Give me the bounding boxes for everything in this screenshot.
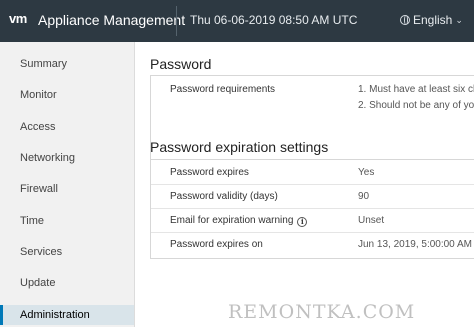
- row-divider: [151, 184, 474, 185]
- language-selector[interactable]: English ⌄: [400, 13, 463, 27]
- vmware-logo[interactable]: vm: [9, 11, 27, 26]
- password-requirement-2: 2. Should not be any of your: [358, 100, 474, 111]
- password-expires-value: Yes: [358, 167, 375, 178]
- sidebar-item-access[interactable]: Access: [0, 117, 134, 137]
- email-warning-value: Unset: [358, 215, 385, 226]
- top-header: vm Appliance Management Thu 06-06-2019 0…: [0, 0, 474, 42]
- main-content: Password Password requirements 1. Must h…: [150, 42, 474, 327]
- header-datetime: Thu 06-06-2019 08:50 AM UTC: [190, 13, 358, 27]
- app-title: Appliance Management: [38, 12, 186, 28]
- globe-icon: [400, 15, 410, 25]
- info-icon[interactable]: i: [297, 217, 308, 227]
- row-divider: [151, 232, 474, 233]
- header-divider: [176, 6, 177, 36]
- sidebar-item-update[interactable]: Update: [0, 273, 134, 293]
- password-requirement-1: 1. Must have at least six chara: [358, 84, 474, 95]
- sidebar-item-time[interactable]: Time: [0, 211, 134, 231]
- password-expires-on-value: Jun 13, 2019, 5:00:00 AM: [358, 239, 472, 250]
- sidebar-item-services[interactable]: Services: [0, 242, 134, 262]
- password-validity-value: 90: [358, 191, 370, 202]
- expiration-section-title: Password expiration settings: [150, 139, 329, 155]
- email-warning-label-group: Email for expiration warning i: [170, 215, 308, 227]
- sidebar-item-networking[interactable]: Networking: [0, 148, 134, 168]
- language-label: English: [413, 13, 453, 27]
- password-section-title: Password: [150, 56, 212, 72]
- email-warning-label: Email for expiration warning: [170, 215, 294, 226]
- password-requirements-label: Password requirements: [170, 84, 276, 95]
- watermark-text: REMONTKA.COM: [228, 301, 416, 323]
- sidebar-item-monitor[interactable]: Monitor: [0, 85, 134, 105]
- sidebar-item-administration[interactable]: Administration: [0, 305, 134, 325]
- password-expires-label: Password expires: [170, 167, 249, 178]
- password-expires-on-label: Password expires on: [170, 239, 263, 250]
- chevron-down-icon: ⌄: [455, 14, 463, 25]
- password-validity-label: Password validity (days): [170, 191, 278, 202]
- sidebar-item-firewall[interactable]: Firewall: [0, 179, 134, 199]
- row-divider: [151, 208, 474, 209]
- sidebar-item-summary[interactable]: Summary: [0, 54, 134, 74]
- sidebar-nav: Summary Monitor Access Networking Firewa…: [0, 42, 135, 327]
- expiration-card: Password expires Yes Password validity (…: [150, 159, 474, 259]
